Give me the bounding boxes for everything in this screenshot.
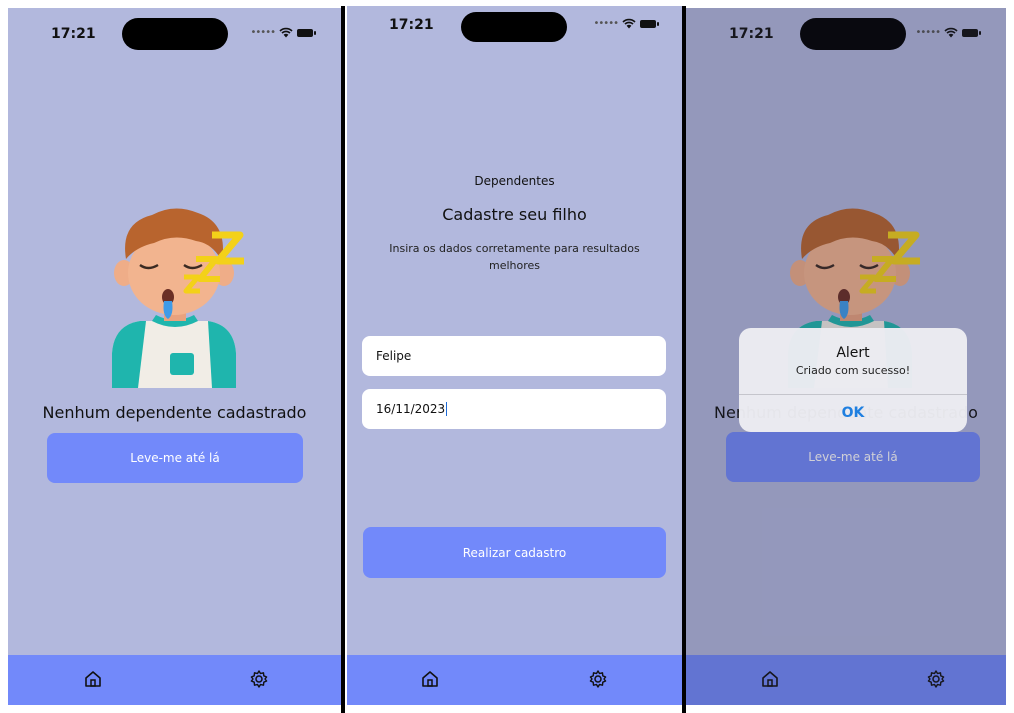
alert-message: Criado com sucesso! <box>795 364 911 377</box>
child-name-input[interactable]: Felipe <box>362 336 666 376</box>
alert-ok-button[interactable]: OK <box>739 394 967 432</box>
text-cursor <box>446 402 448 416</box>
birth-date-value: 16/11/2023 <box>376 402 446 416</box>
gear-icon[interactable] <box>588 669 608 689</box>
go-there-button[interactable]: Leve-me até lá <box>47 433 303 483</box>
empty-state-title: Nenhum dependente cadastrado <box>42 403 307 422</box>
wifi-icon <box>279 27 293 38</box>
page-title: Cadastre seu filho <box>442 205 587 224</box>
empty-dependents-screen: 17:21 ••••• Nenhum dependente cadastrado… <box>8 8 341 705</box>
home-icon[interactable] <box>83 669 103 689</box>
child-name-value: Felipe <box>376 349 412 363</box>
screen-divider <box>341 6 345 713</box>
status-icons: ••••• <box>593 18 659 29</box>
home-icon[interactable] <box>420 669 440 689</box>
page-description: Insira os dados corretamente para result… <box>389 242 640 272</box>
status-icons: ••••• <box>250 27 316 38</box>
signal-icon: ••••• <box>593 18 619 29</box>
alert-dialog: Alert Criado com sucesso! OK <box>739 328 967 432</box>
status-bar: 17:21 ••••• <box>347 6 682 50</box>
status-bar: 17:21 ••••• <box>8 8 341 52</box>
battery-icon <box>297 28 316 37</box>
signal-icon: ••••• <box>250 27 276 38</box>
success-alert-screen: 17:21 ••••• Nenhum dependente cadastrado… <box>686 8 1006 705</box>
tab-bar <box>347 655 682 705</box>
gear-icon[interactable] <box>249 669 269 689</box>
section-label: Dependentes <box>474 174 555 188</box>
tab-bar <box>8 655 341 705</box>
wifi-icon <box>622 18 636 29</box>
alert-title: Alert <box>836 345 870 361</box>
status-time: 17:21 <box>51 26 96 42</box>
status-time: 17:21 <box>389 17 434 33</box>
dynamic-island <box>461 12 567 42</box>
submit-button[interactable]: Realizar cadastro <box>363 527 666 578</box>
register-child-screen: 17:21 ••••• Dependentes Cadastre seu fil… <box>347 6 682 705</box>
dynamic-island <box>122 18 228 50</box>
battery-icon <box>640 19 659 28</box>
birth-date-input[interactable]: 16/11/2023 <box>362 389 666 429</box>
sleeping-boy-illustration <box>112 208 244 388</box>
